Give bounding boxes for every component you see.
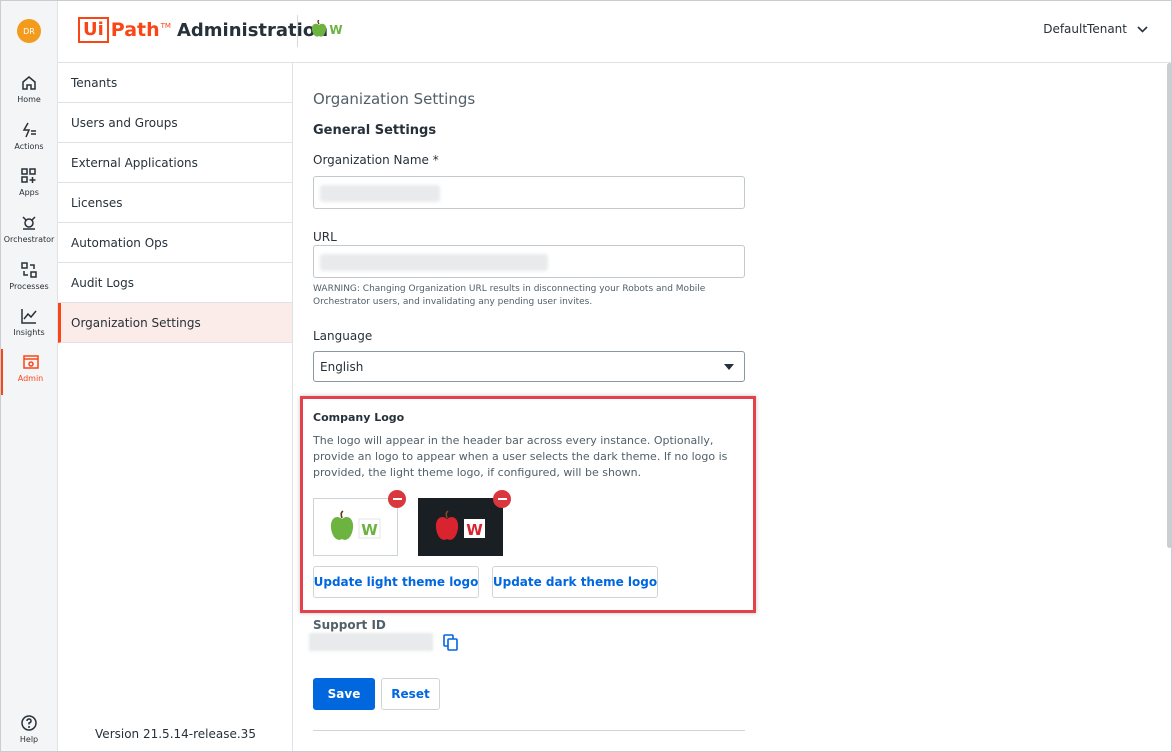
rail-item-processes[interactable]: Processes: [0, 257, 58, 303]
nav-item-automation-ops[interactable]: Automation Ops: [58, 223, 292, 263]
nav-item-tenants[interactable]: Tenants: [58, 63, 292, 103]
update-dark-logo-button[interactable]: Update dark theme logo: [492, 566, 658, 598]
rail-item-label: Admin: [17, 374, 44, 383]
copy-icon[interactable]: [443, 634, 459, 652]
chevron-down-icon: [1137, 25, 1148, 33]
rail-item-help[interactable]: Help: [0, 710, 58, 752]
rail-item-orchestrator[interactable]: Orchestrator: [0, 210, 58, 256]
light-logo-image: W: [330, 510, 380, 540]
svg-text:W: W: [329, 23, 342, 36]
home-icon: [22, 76, 36, 90]
language-label: Language: [313, 329, 373, 343]
footer-divider: [313, 730, 745, 731]
orchestrator-icon: [22, 216, 36, 230]
rail-item-label: Processes: [9, 282, 49, 291]
company-logo-title: Company Logo: [313, 411, 405, 424]
svg-text:W: W: [466, 521, 483, 539]
nav-item-users-and-groups[interactable]: Users and Groups: [58, 103, 292, 143]
support-id-value: [309, 633, 433, 651]
reset-button[interactable]: Reset: [381, 678, 440, 710]
nav-item-external-applications[interactable]: External Applications: [58, 143, 292, 183]
rail-item-label: Apps: [19, 188, 39, 197]
redacted-value: [320, 185, 440, 202]
language-value: English: [320, 359, 364, 374]
rail-item-label: Home: [17, 95, 41, 104]
app-title: Administration: [176, 19, 329, 41]
brand-ui: Ui: [78, 17, 109, 43]
org-name-label: Organization Name *: [313, 153, 439, 167]
left-rail: DR Home Actions Apps Orchestrator Proces…: [0, 0, 58, 752]
light-logo-preview: W: [313, 498, 398, 556]
actions-icon: [22, 122, 36, 138]
brand-trademark: TM: [160, 22, 171, 30]
top-header: Ui Path TM Administration W DefaultTenan…: [58, 0, 1172, 63]
nav-item-licenses[interactable]: Licenses: [58, 183, 292, 223]
admin-icon: [22, 355, 39, 369]
rail-item-admin[interactable]: Admin: [0, 349, 58, 395]
insights-icon: [21, 309, 37, 324]
update-light-logo-button[interactable]: Update light theme logo: [313, 566, 479, 598]
remove-light-logo-button[interactable]: [388, 490, 406, 508]
rail-item-label: Orchestrator: [3, 235, 55, 244]
svg-text:W: W: [361, 521, 378, 539]
rail-item-label: Insights: [13, 328, 45, 337]
url-label: URL: [313, 230, 337, 244]
rail-item-label: Actions: [14, 142, 44, 151]
processes-icon: [21, 262, 37, 278]
dark-logo-image: W: [435, 510, 485, 540]
org-name-input[interactable]: [313, 176, 745, 209]
remove-dark-logo-button[interactable]: [493, 490, 511, 508]
scrollbar[interactable]: [1166, 63, 1172, 752]
nav-item-organization-settings[interactable]: Organization Settings: [58, 303, 292, 343]
section-title: General Settings: [313, 123, 437, 138]
scrollbar-thumb[interactable]: [1167, 63, 1172, 548]
apps-icon: [21, 168, 36, 183]
rail-item-apps[interactable]: Apps: [0, 163, 58, 209]
rail-item-insights[interactable]: Insights: [0, 303, 58, 349]
url-warning: WARNING: Changing Organization URL resul…: [313, 284, 706, 307]
page-title: Organization Settings: [313, 90, 476, 108]
dark-logo-preview: W: [418, 498, 503, 556]
support-id-label: Support ID: [313, 618, 386, 632]
tenant-name: DefaultTenant: [1043, 22, 1127, 36]
rail-item-home[interactable]: Home: [0, 70, 58, 116]
language-select[interactable]: English: [313, 351, 745, 382]
w-letter-icon: W: [329, 22, 343, 36]
uipath-logo[interactable]: Ui Path TM Administration: [78, 17, 328, 43]
url-input[interactable]: [313, 245, 745, 278]
header-separator: [297, 15, 298, 47]
company-logo-header: W: [311, 20, 343, 38]
admin-subnav: Tenants Users and Groups External Applic…: [58, 63, 293, 752]
apple-icon: [311, 20, 327, 37]
tenant-selector[interactable]: DefaultTenant: [1043, 22, 1148, 36]
avatar[interactable]: DR: [17, 19, 41, 43]
brand-path: Path: [110, 19, 160, 41]
redacted-value: [320, 254, 548, 271]
nav-item-audit-logs[interactable]: Audit Logs: [58, 263, 292, 303]
version-label: Version 21.5.14-release.35: [95, 727, 256, 741]
help-icon: [21, 715, 37, 731]
company-logo-description: The logo will appear in the header bar a…: [313, 434, 728, 479]
save-button[interactable]: Save: [313, 678, 375, 710]
caret-down-icon: [724, 364, 734, 370]
rail-item-label: Help: [19, 735, 39, 744]
rail-item-actions[interactable]: Actions: [0, 117, 58, 163]
